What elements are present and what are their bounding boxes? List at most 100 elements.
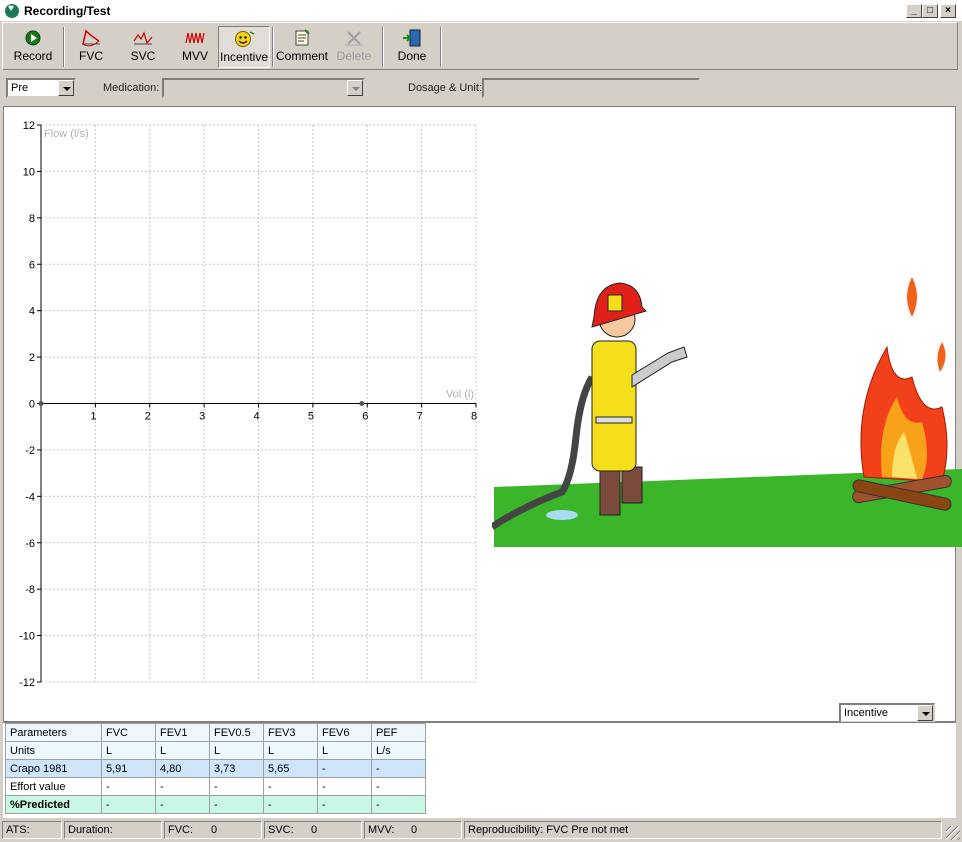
status-reproducibility: Reproducibility: FVC Pre not met <box>464 821 942 839</box>
incentive-button[interactable]: Incentive <box>218 26 270 68</box>
fvc-label: FVC <box>79 49 103 63</box>
table-header-row: Parameters FVC FEV1 FEV0.5 FEV3 FEV6 PEF <box>5 723 426 742</box>
done-button[interactable]: Done <box>386 26 438 68</box>
resize-grip[interactable] <box>946 826 960 840</box>
table-cell: 5,91 <box>101 759 156 778</box>
y-tick-label: 12 <box>23 120 35 132</box>
app-heart-icon <box>5 3 19 18</box>
dosage-field[interactable] <box>482 78 700 98</box>
x-tick-label: 5 <box>308 411 314 423</box>
table-cell: - <box>371 777 426 796</box>
delete-label: Delete <box>336 49 372 63</box>
fvc-curve-icon <box>82 29 100 47</box>
x-tick-label: 1 <box>90 411 96 423</box>
table-cell: - <box>317 759 372 778</box>
table-cell: %Predicted <box>5 795 102 814</box>
window-title: Recording/Test <box>24 4 111 18</box>
status-fvc: FVC: 0 <box>164 821 262 839</box>
column-header: FEV1 <box>155 723 210 742</box>
x-tick-label: 8 <box>471 411 477 423</box>
toolbar-separator <box>272 27 274 67</box>
table-cell: L <box>209 741 264 760</box>
x-tick-label: 3 <box>199 411 205 423</box>
delete-button[interactable]: Delete <box>328 26 380 68</box>
table-cell: 4,80 <box>155 759 210 778</box>
title-bar: Recording/Test _ □ × <box>0 0 962 22</box>
water-puddle <box>546 510 578 520</box>
incentive-label: Incentive <box>219 50 269 64</box>
fvc-button[interactable]: FVC <box>65 26 117 68</box>
svc-label: SVC <box>130 49 156 63</box>
table-cell: - <box>209 795 264 814</box>
table-cell: L <box>101 741 156 760</box>
close-button[interactable]: × <box>940 4 956 18</box>
status-fvc-label: FVC: <box>168 824 194 836</box>
record-button[interactable]: Record <box>7 26 59 68</box>
x-tick-label: 6 <box>362 411 368 423</box>
y-tick-label: 2 <box>29 352 35 364</box>
chevron-down-icon[interactable] <box>917 705 933 721</box>
status-mvv-value: 0 <box>411 824 418 836</box>
comment-button[interactable]: Comment <box>276 26 328 68</box>
y-tick-label: -10 <box>19 631 35 643</box>
status-mvv: MVV: 0 <box>364 821 462 839</box>
data-point <box>359 401 365 406</box>
y-tick-label: -6 <box>25 538 35 550</box>
table-cell: - <box>263 795 318 814</box>
y-tick-label: -4 <box>25 491 35 503</box>
y-tick-label: 6 <box>29 259 35 271</box>
table-cell: Crapo 1981 <box>5 759 102 778</box>
toolbar: Record FVC SVC MVV Incentive Comment Del… <box>2 22 958 70</box>
firefighter-incentive-image <box>492 277 962 547</box>
table-cell: 5,65 <box>263 759 318 778</box>
mvv-label: MVV <box>181 49 208 63</box>
toolbar-separator <box>382 27 384 67</box>
phase-select[interactable]: Pre <box>6 78 76 98</box>
table-cell: - <box>101 795 156 814</box>
status-fvc-value: 0 <box>211 824 218 836</box>
maximize-button[interactable]: □ <box>922 4 938 18</box>
x-axis-label: Vol (l) <box>446 389 474 401</box>
record-label: Record <box>13 49 53 63</box>
minimize-button[interactable]: _ <box>906 4 922 18</box>
column-header: FEV0.5 <box>209 723 264 742</box>
table-cell: Units <box>5 741 102 760</box>
table-cell: - <box>155 795 210 814</box>
y-tick-label: 4 <box>29 306 35 318</box>
table-cell: - <box>371 795 426 814</box>
table-cell: L <box>263 741 318 760</box>
column-header: Parameters <box>5 723 102 742</box>
parameters-table: Parameters FVC FEV1 FEV0.5 FEV3 FEV6 PEF… <box>5 723 426 814</box>
status-ats: ATS: <box>2 821 62 839</box>
table-cell: L <box>317 741 372 760</box>
x-tick-label: 7 <box>417 411 423 423</box>
incentive-mode-select[interactable]: Incentive <box>839 703 935 723</box>
medication-select[interactable] <box>162 78 365 98</box>
y-tick-label: 10 <box>23 166 35 178</box>
chevron-down-icon[interactable] <box>58 80 74 96</box>
smiley-incentive-icon <box>235 31 255 47</box>
data-point <box>38 401 44 406</box>
mvv-button[interactable]: MVV <box>169 26 221 68</box>
table-cell: Effort value <box>5 777 102 796</box>
table-cell: - <box>317 795 372 814</box>
status-reproducibility-text: Reproducibility: FVC Pre not met <box>468 824 629 836</box>
comment-note-icon <box>295 29 310 46</box>
column-header: FVC <box>101 723 156 742</box>
table-cell: 3,73 <box>209 759 264 778</box>
svc-button[interactable]: SVC <box>117 26 169 68</box>
table-cell: - <box>371 759 426 778</box>
y-tick-label: -12 <box>19 677 35 689</box>
status-bar: ATS: Duration: FVC: 0 SVC: 0 MVV: 0 Repr… <box>0 820 962 842</box>
chevron-down-icon[interactable] <box>347 80 363 96</box>
table-cell: L <box>155 741 210 760</box>
y-tick-label: 0 <box>29 399 35 411</box>
y-axis-label: Flow (l/s) <box>44 128 89 140</box>
table-cell: - <box>155 777 210 796</box>
table-cell: - <box>101 777 156 796</box>
table-cell: L/s <box>371 741 426 760</box>
column-header: FEV3 <box>263 723 318 742</box>
y-tick-label: 8 <box>29 213 35 225</box>
toolbar-separator <box>440 27 442 67</box>
filter-bar: Pre Medication: Dosage & Unit: <box>0 72 962 104</box>
